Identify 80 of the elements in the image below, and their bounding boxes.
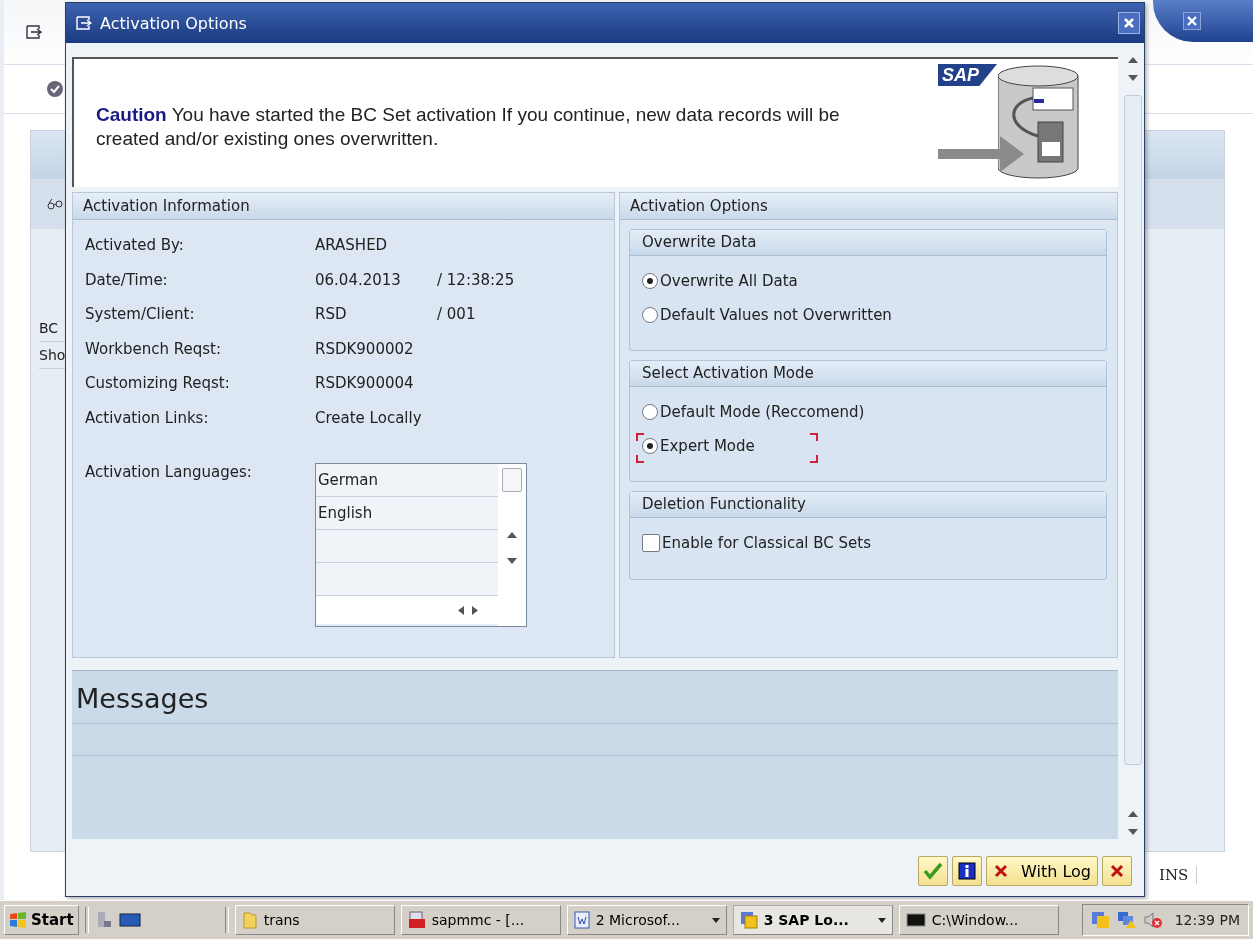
arrow-icon [938,136,1024,172]
command-icon [76,16,92,30]
option-label[interactable]: Expert Mode [660,437,755,455]
group-title: Select Activation Mode [630,361,1106,387]
close-icon[interactable] [1183,12,1201,30]
start-button[interactable]: Start [4,905,79,935]
network-warning-icon[interactable] [1116,911,1137,929]
taskbar-button[interactable]: 3 SAP Lo... [732,905,893,935]
windows-stack-icon [739,911,758,929]
folder-icon [241,911,258,929]
taskbar-button[interactable]: trans [234,905,395,935]
scroll-down-icon[interactable] [1128,75,1138,81]
windows-stack-icon[interactable] [1090,911,1111,929]
close-button[interactable] [1118,12,1140,34]
glasses-icon[interactable] [47,198,63,210]
list-item[interactable]: German [316,464,498,497]
command-icon[interactable] [26,25,42,39]
language-list[interactable]: German English [315,463,527,627]
option-label[interactable]: Overwrite All Data [660,272,798,290]
taskbar-button[interactable]: 2 Microsof... [566,905,727,935]
scroll-down-icon[interactable] [1128,829,1138,835]
radio-button[interactable] [642,404,658,420]
field-value: RSDK900002 [315,339,415,358]
info-icon [958,862,976,880]
caution-message: Caution You have started the BC Set activation If you continue, new data records will be created and/or existing ones overwritten. [96,103,841,151]
field-value: RSDK900004 [315,374,415,393]
radio-button[interactable] [642,307,658,323]
field-label: Customizing Reqst: [85,374,231,393]
close-icon [1123,17,1135,29]
cancel-button[interactable] [1102,856,1132,886]
radio-button[interactable] [642,438,658,454]
option-label[interactable]: Enable for Classical BC Sets [662,534,871,552]
desktop-icon[interactable] [118,912,141,928]
field-value: RSD [315,305,348,324]
scroll-up-icon[interactable] [507,532,517,538]
radio-button[interactable] [642,273,658,289]
field-value: 06.04.2013 [315,270,402,289]
checkmark-icon [923,862,943,880]
scroll-up-icon[interactable] [1128,57,1138,63]
horizontal-scrollbar[interactable] [316,596,498,624]
panel-title: Activation Information [73,193,614,220]
vertical-scrollbar[interactable] [498,464,526,626]
field-value: / 12:38:25 [437,270,515,289]
field-value: / 001 [437,305,476,324]
info-button[interactable] [952,856,982,886]
insert-mode: INS [1159,866,1198,884]
option-label[interactable]: Default Mode (Reccomend) [660,403,865,421]
muted-speaker-icon[interactable] [1142,911,1163,929]
panel-title: Activation Options [620,193,1117,220]
messages-title: Messages [72,671,1118,724]
scroll-down-icon[interactable] [507,558,517,564]
check-icon[interactable] [46,80,64,98]
cross-icon [993,863,1009,879]
field-value: Create Locally [315,408,423,427]
with-log-button[interactable]: With Log [986,856,1098,886]
windows-logo-icon [9,912,27,928]
window-title: Activation Options [100,13,247,33]
document-icon [573,911,590,929]
toolbox-icon [407,911,426,929]
list-item[interactable]: English [316,497,498,530]
scroll-right-icon[interactable] [472,605,478,615]
taskbar-button[interactable]: C:\Window... [898,905,1059,935]
checkbox[interactable] [642,534,660,552]
field-label: Activated By: [85,236,185,255]
console-icon [905,913,926,927]
scroll-thumb[interactable] [1124,95,1142,765]
option-label[interactable]: Default Values not Overwritten [660,306,892,324]
scroll-thumb[interactable] [502,468,522,492]
field-label: Activation Languages: [85,463,253,481]
field-label: Date/Time: [85,270,169,289]
scroll-left-icon[interactable] [458,605,464,615]
group-title: Deletion Functionality [630,492,1106,518]
field-value: ARASHED [315,236,389,255]
logo: SAP [938,64,997,86]
close-icon [1109,863,1125,879]
clock: 12:39 PM [1174,912,1240,928]
taskbar-button[interactable]: sapmmc - [... [400,905,561,935]
scroll-up-icon[interactable] [1128,811,1138,817]
group-title: Overwrite Data [630,230,1106,256]
field-label: Activation Links: [85,408,210,427]
